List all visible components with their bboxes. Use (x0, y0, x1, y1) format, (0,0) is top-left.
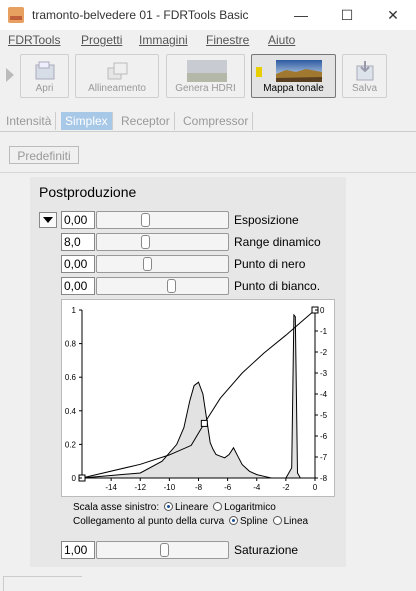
y-left-tick-label: 0.4 (65, 407, 77, 416)
align-icon (107, 62, 128, 80)
y-left-tick-label: 0.6 (65, 373, 77, 382)
tab-compressor[interactable]: Compressor (179, 112, 254, 130)
black-point-input[interactable]: 0,00 (61, 255, 95, 273)
y-left-tick-label: 0.8 (65, 340, 77, 349)
saturation-slider[interactable] (96, 541, 229, 559)
generate-hdri-button[interactable]: Genera HDRI (166, 54, 245, 98)
curve-link-label: Collegamento al punto della curva (73, 516, 225, 527)
menu-immagini[interactable]: Immagini (139, 33, 188, 47)
dynamic-range-input[interactable]: 8,0 (61, 233, 95, 251)
black-point-label: Punto di nero (234, 257, 306, 271)
tab-bar: Intensità Simplex Receptor Compressor (0, 110, 416, 132)
curve-control-point[interactable] (200, 419, 208, 427)
menu-finestre[interactable]: Finestre (206, 33, 249, 47)
tab-intensita[interactable]: Intensità (2, 112, 57, 130)
folder-icon (35, 61, 55, 80)
y-right-tick-label: -4 (320, 390, 328, 399)
axis-scale-row: Scala asse sinistro: Lineare Logaritmico (73, 502, 276, 513)
linear-label[interactable]: Lineare (175, 502, 208, 513)
hdri-label: Genera HDRI (175, 83, 236, 94)
dynamic-range-slider[interactable] (96, 233, 229, 251)
sunset-thumbnail-icon (276, 60, 322, 82)
logarithmic-radio[interactable] (213, 502, 223, 511)
spline-label[interactable]: Spline (240, 516, 268, 527)
dynamic-range-label: Range dinamico (234, 235, 321, 249)
y-right-tick-label: -8 (320, 474, 328, 483)
linear-radio[interactable] (163, 502, 173, 511)
saturation-input[interactable]: 1,00 (61, 541, 95, 559)
menu-fdrtools[interactable]: FDRTools (8, 33, 60, 47)
black-point-slider-thumb[interactable] (143, 257, 152, 271)
axis-scale-label: Scala asse sinistro: (73, 502, 160, 513)
tone-curve-chart[interactable]: -14 -12 -10 -8 -6 -4 -2 0 0 0.2 0.4 0.6 0.8 1 0 -1 -2 -3 -… (62, 300, 334, 496)
spline-radio[interactable] (229, 516, 238, 525)
line-label[interactable]: Linea (284, 516, 308, 527)
exposure-dropdown-button[interactable] (39, 212, 57, 228)
open-label: Apri (35, 83, 54, 94)
tonemap-button[interactable]: Mappa tonale (251, 54, 336, 98)
maximize-button[interactable]: ☐ (324, 0, 370, 30)
window-title: tramonto-belvedere 01 - FDRTools Basic (32, 8, 249, 22)
toolbar-arrow-icon (6, 68, 14, 82)
status-area (3, 576, 82, 591)
dynamic-range-slider-thumb[interactable] (141, 235, 150, 249)
x-tick-label: 0 (313, 483, 318, 492)
y-right-tick-label: -3 (320, 369, 328, 378)
menu-progetti[interactable]: Progetti (81, 33, 122, 47)
menu-bar: FDRTools Progetti Immagini Finestre Aiut… (0, 30, 416, 50)
menu-aiuto[interactable]: Aiuto (268, 33, 295, 47)
logarithmic-label[interactable]: Logaritmico (224, 502, 276, 513)
x-tick-label: -4 (253, 483, 261, 492)
tone-curve-graph[interactable]: -14 -12 -10 -8 -6 -4 -2 0 0 0.2 0.4 0.6 0.8 1 0 -1 -2 -3 -… (61, 299, 335, 497)
x-tick-label: -12 (134, 483, 146, 492)
exposure-slider[interactable] (96, 211, 229, 229)
tonemap-marker-icon (256, 67, 262, 77)
open-button[interactable]: Apri (20, 54, 69, 98)
white-point-input[interactable]: 0,00 (61, 277, 95, 295)
minimize-button[interactable]: — (278, 0, 324, 30)
saturation-slider-thumb[interactable] (160, 543, 169, 557)
exposure-label: Esposizione (234, 213, 299, 227)
tab-simplex[interactable]: Simplex (61, 112, 113, 130)
white-point-label: Punto di bianco. (234, 279, 321, 293)
x-tick-label: -6 (224, 483, 232, 492)
save-button[interactable]: Salva (342, 54, 387, 98)
save-label: Salva (351, 83, 377, 94)
curve-link-row: Collegamento al punto della curva Spline… (73, 516, 308, 527)
x-tick-label: -8 (195, 483, 203, 492)
close-button[interactable]: ✕ (370, 0, 416, 30)
y-left-tick-label: 0 (72, 474, 77, 483)
x-tick-label: -10 (164, 483, 176, 492)
tab-divider (0, 131, 416, 132)
presets-button[interactable]: Predefiniti (9, 146, 79, 164)
x-tick-label: -2 (282, 483, 290, 492)
title-bar: tramonto-belvedere 01 - FDRTools Basic —… (0, 0, 416, 30)
section-title: Postproduzione (39, 184, 137, 200)
black-point-slider[interactable] (96, 255, 229, 273)
x-tick-label: -14 (105, 483, 117, 492)
y-right-tick-label: -1 (320, 327, 328, 336)
exposure-slider-thumb[interactable] (141, 213, 150, 227)
hdri-thumbnail-icon (187, 60, 227, 82)
y-right-tick-label: -7 (320, 453, 328, 462)
y-left-tick-label: 1 (72, 306, 77, 315)
tonemap-label: Mappa tonale (263, 83, 324, 94)
align-label: Allineamento (88, 83, 146, 94)
align-button[interactable]: Allineamento (75, 54, 159, 98)
white-point-slider-thumb[interactable] (167, 279, 176, 293)
toolbar: Apri Allineamento Genera HDRI Mappa tona… (0, 50, 416, 108)
app-icon (8, 7, 24, 23)
exposure-input[interactable]: 0,00 (61, 211, 95, 229)
y-left-tick-label: 0.2 (65, 440, 77, 449)
line-radio[interactable] (272, 516, 282, 525)
y-right-tick-label: -5 (320, 411, 328, 420)
divider (0, 172, 416, 173)
y-right-tick-label: 0 (320, 306, 325, 315)
white-point-slider[interactable] (96, 277, 229, 295)
saturation-label: Saturazione (234, 543, 299, 557)
y-right-tick-label: -6 (320, 432, 328, 441)
tab-receptor[interactable]: Receptor (117, 112, 175, 130)
save-icon (356, 61, 374, 81)
y-right-tick-label: -2 (320, 348, 328, 357)
